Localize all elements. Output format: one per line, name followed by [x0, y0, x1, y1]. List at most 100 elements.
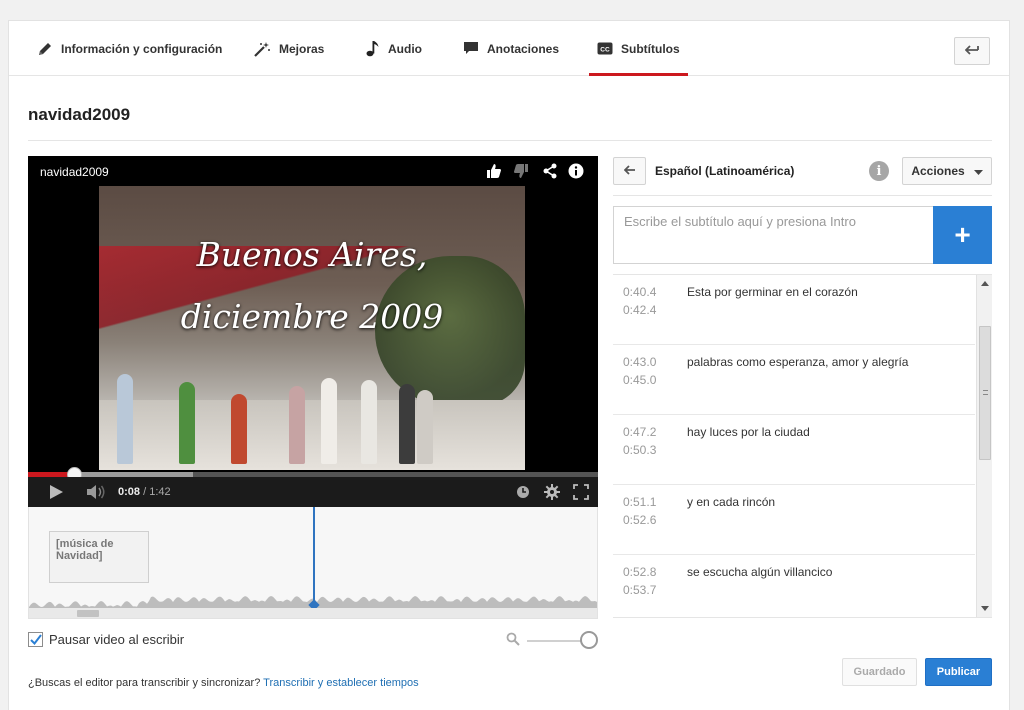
tab-label: Mejoras: [279, 41, 325, 56]
subtitle-start: 0:43.0: [623, 355, 657, 369]
video-player[interactable]: Buenos Aires, diciembre 2009 navidad2009: [28, 156, 598, 507]
help-text: ¿Buscas el editor para transcribir y sin…: [28, 677, 419, 689]
divider: [613, 195, 992, 196]
transcribe-link[interactable]: Transcribir y establecer tiempos: [263, 677, 418, 689]
waveform-timeline[interactable]: [música de Navidad]: [28, 507, 598, 619]
tab-subtitles[interactable]: CC Subtítulos: [589, 21, 688, 76]
fullscreen-icon[interactable]: [573, 484, 589, 505]
tab-audio[interactable]: Audio: [366, 21, 422, 76]
timeline-scroll-thumb[interactable]: [77, 610, 99, 617]
language-name: Español (Latinoamérica): [655, 164, 795, 178]
cc-icon: CC: [597, 42, 613, 55]
video-person: [361, 380, 377, 464]
tab-annotations[interactable]: Anotaciones: [463, 21, 559, 76]
player-controls: 0:08 / 1:42: [28, 477, 598, 507]
caret-down-icon: [973, 164, 983, 178]
subtitle-text: palabras como esperanza, amor y alegría: [687, 355, 909, 369]
video-person: [179, 382, 195, 464]
gear-icon[interactable]: [544, 484, 560, 505]
subtitle-start: 0:52.8: [623, 565, 657, 579]
pause-checkbox[interactable]: [28, 632, 43, 647]
actions-label: Acciones: [911, 164, 965, 178]
subtitle-text: hay luces por la ciudad: [687, 425, 810, 439]
subtitle-list: 0:40.4 0:42.4 Esta por germinar en el co…: [613, 274, 992, 618]
subtitle-row[interactable]: 0:40.4 0:42.4 Esta por germinar en el co…: [613, 275, 975, 345]
subtitle-end: 0:45.0: [623, 373, 657, 387]
play-icon[interactable]: [48, 484, 64, 505]
tab-label: Subtítulos: [621, 41, 680, 56]
video-person: [231, 394, 247, 464]
tab-label: Anotaciones: [487, 41, 560, 56]
page-title: navidad2009: [28, 105, 131, 124]
subtitle-end: 0:53.7: [623, 583, 657, 597]
subtitle-text: Esta por germinar en el corazón: [687, 285, 858, 299]
video-caption-text: Buenos Aires, diciembre 2009: [180, 235, 444, 336]
pause-while-typing: Pausar video al escribir: [28, 632, 184, 647]
subtitle-end: 0:50.3: [623, 443, 657, 457]
current-time: 0:08: [118, 486, 141, 498]
subtitle-text: y en cada rincón: [687, 495, 776, 509]
share-icon[interactable]: [542, 163, 558, 179]
scroll-down-arrow-icon[interactable]: [981, 606, 989, 611]
video-street: [99, 400, 525, 470]
subtitle-list-scrollbar[interactable]: [976, 275, 992, 617]
video-person: [289, 386, 305, 464]
subtitle-start: 0:47.2: [623, 425, 657, 439]
subtitle-row[interactable]: 0:47.2 0:50.3 hay luces por la ciudad: [613, 415, 975, 485]
timeline-scrollbar[interactable]: [29, 608, 597, 618]
zoom-slider-handle[interactable]: [580, 631, 598, 649]
editor-card: Información y configuración Mejoras Audi…: [8, 20, 1010, 710]
speech-bubble-icon: [463, 41, 479, 56]
timeline-playhead[interactable]: [313, 507, 315, 607]
subtitle-row[interactable]: 0:52.8 0:53.7 se escucha algún villancic…: [613, 555, 975, 617]
subtitle-text: se escucha algún villancico: [687, 565, 833, 579]
info-icon[interactable]: i: [869, 161, 889, 181]
svg-text:CC: CC: [600, 46, 610, 53]
scroll-thumb[interactable]: [979, 326, 991, 460]
scroll-up-arrow-icon[interactable]: [981, 281, 989, 286]
video-person: [417, 390, 433, 464]
tab-enhancements[interactable]: Mejoras: [254, 21, 324, 76]
help-question: ¿Buscas el editor para transcribir y sin…: [28, 677, 261, 689]
video-person: [117, 374, 133, 464]
subtitle-end: 0:42.4: [623, 303, 657, 317]
add-subtitle-button[interactable]: +: [933, 206, 992, 264]
thumbs-up-icon[interactable]: [486, 163, 502, 179]
video-frame: Buenos Aires, diciembre 2009: [99, 186, 525, 470]
video-person: [321, 378, 337, 464]
checkmark-icon: [29, 634, 42, 645]
return-button[interactable]: [954, 37, 990, 65]
tab-label: Audio: [388, 41, 422, 56]
subtitle-start: 0:51.1: [623, 495, 657, 509]
saved-button: Guardado: [842, 658, 917, 686]
video-person: [399, 384, 415, 464]
duration: 1:42: [149, 486, 171, 498]
arrow-left-icon: [623, 162, 636, 180]
pause-checkbox-label: Pausar video al escribir: [49, 632, 185, 647]
clock-icon[interactable]: [516, 485, 530, 504]
divider: [28, 140, 992, 141]
timeline-cue-block[interactable]: [música de Navidad]: [49, 531, 149, 583]
actions-dropdown[interactable]: Acciones: [902, 157, 992, 185]
language-back-button[interactable]: [613, 157, 646, 185]
player-title: navidad2009: [40, 165, 109, 179]
subtitle-row[interactable]: 0:43.0 0:45.0 palabras como esperanza, a…: [613, 345, 975, 415]
music-note-icon: [366, 40, 380, 57]
subtitle-end: 0:52.6: [623, 513, 657, 527]
magic-wand-icon: [254, 41, 271, 57]
publish-button[interactable]: Publicar: [925, 658, 992, 686]
subtitle-input[interactable]: [613, 206, 934, 264]
subtitle-start: 0:40.4: [623, 285, 657, 299]
tab-info-settings[interactable]: Información y configuración: [37, 21, 222, 76]
volume-icon[interactable]: [86, 484, 106, 505]
time-display: 0:08 / 1:42: [118, 486, 171, 498]
grip-icon: [983, 390, 988, 395]
pencil-icon: [37, 41, 53, 57]
thumbs-down-icon[interactable]: [513, 163, 529, 179]
magnifier-icon: [506, 632, 520, 651]
player-top-bar: navidad2009: [28, 156, 598, 186]
info-circle-icon[interactable]: [568, 163, 584, 179]
tab-label: Información y configuración: [61, 41, 223, 56]
tab-bar: Información y configuración Mejoras Audi…: [9, 21, 1009, 76]
subtitle-row[interactable]: 0:51.1 0:52.6 y en cada rincón: [613, 485, 975, 555]
